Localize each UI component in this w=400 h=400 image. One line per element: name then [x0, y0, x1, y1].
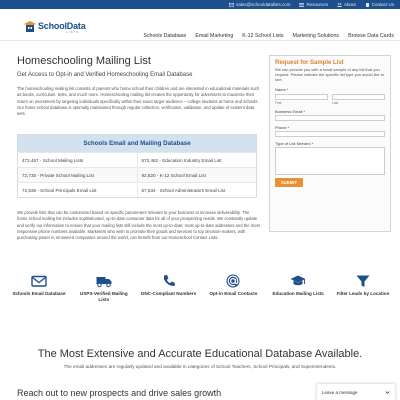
feature-item[interactable]: Opt-in Email Contacts: [204, 273, 262, 303]
feature-label: USPS-Verified Mailing Lists: [79, 291, 128, 302]
name-label: Name *: [275, 86, 289, 92]
table-cell: 672,462 - Education Industry Email List: [136, 153, 257, 167]
nav-schools-database[interactable]: Schools Database: [143, 33, 186, 39]
last-name-input[interactable]: [332, 93, 385, 100]
logo-subtext: LISTS: [66, 30, 80, 34]
feature-item[interactable]: Education Mailing Lists: [269, 273, 327, 303]
name-row: First Last: [275, 93, 385, 105]
last-name-sublabel: Last: [332, 100, 339, 105]
first-name-input[interactable]: [275, 93, 328, 100]
phone-input[interactable]: [275, 130, 385, 137]
table-row: 72,836 - School Principals Email List 67…: [18, 182, 256, 197]
phone-icon: [163, 275, 175, 287]
about-link[interactable]: About: [336, 2, 356, 7]
logo[interactable]: SchoolData LISTS: [24, 21, 86, 34]
list-type-textarea[interactable]: [275, 146, 385, 175]
list-type-label: Type of List Needed *: [275, 140, 314, 146]
feature-label: Filter Leads by Location: [336, 291, 390, 296]
feature-label: Education Mailing Lists: [272, 291, 324, 296]
table-cell: 72,735 - Private School Mailing List: [22, 172, 95, 178]
site-header: SchoolData LISTS Schools Database Email …: [0, 9, 400, 41]
page-subtitle: Get Access to Opt-in and Verified Homesc…: [17, 72, 193, 78]
nav-marketing-solutions[interactable]: Marketing Solutions: [293, 33, 340, 39]
table-cell: 67,534 - School Administrators Email Lis…: [136, 183, 257, 197]
reach-heading: Reach out to new prospects and drive sal…: [17, 388, 222, 398]
nav-email-marketing[interactable]: Email Marketing: [195, 33, 233, 39]
top-bar: sales@schooldatalists.com Resources Abou…: [0, 0, 400, 9]
form-title: Request for Sample List: [275, 60, 344, 66]
intro-paragraph: The homeschooling mailing list consists …: [17, 86, 260, 117]
list-icon: [299, 2, 305, 7]
chat-widget[interactable]: Leave a message: [317, 384, 395, 400]
feature-label: Opt-in Email Contacts: [209, 291, 258, 296]
phone-label: Phone *: [275, 124, 290, 130]
email-label: Business Email *: [275, 108, 306, 114]
logo-icon: [24, 21, 36, 32]
sample-request-form: Request for Sample List We can provide y…: [269, 55, 391, 232]
chevron-down-icon[interactable]: [385, 390, 390, 395]
people-icon: [336, 2, 342, 7]
nav-k12-school-lists[interactable]: K-12 School Lists: [242, 33, 283, 39]
feature-label: DNC-Compliant Numbers: [141, 291, 197, 296]
resources-text: Resources: [306, 2, 328, 7]
table-cell: 72,836 - School Principals Email List: [22, 187, 97, 193]
filter-icon: [356, 275, 370, 287]
resources-link[interactable]: Resources: [299, 2, 328, 7]
phone-small-icon: [365, 2, 370, 7]
table-cell: 92,620 - K-12 School Email List: [136, 168, 257, 182]
features-row: Schools Email Database USPS-Verified Mai…: [10, 273, 392, 303]
about-text: About: [343, 2, 356, 7]
section-subtitle: The email addresses are regularly update…: [63, 364, 337, 369]
email-text: sales@schooldatalists.com: [236, 2, 291, 7]
truck-icon: [96, 277, 112, 288]
feature-item[interactable]: Schools Email Database: [10, 273, 68, 303]
first-name-sublabel: First: [275, 100, 282, 105]
business-email-input[interactable]: [275, 114, 385, 121]
main-nav: Schools Database Email Marketing K-12 Sc…: [143, 33, 394, 39]
envelope-icon: [31, 275, 47, 287]
stats-table: Schools Email and Mailing Database 472,4…: [17, 134, 257, 198]
body-paragraph: We provide lists that can be customized …: [17, 210, 260, 241]
section-title: The Most Extensive and Accurate Educatio…: [37, 348, 363, 360]
table-heading: Schools Email and Mailing Database: [18, 135, 256, 152]
at-icon: [226, 274, 240, 288]
contact-text: Contact Us: [371, 2, 394, 7]
graduation-cap-icon: [290, 275, 306, 286]
feature-item[interactable]: DNC-Compliant Numbers: [140, 273, 198, 303]
envelope-icon: [229, 2, 235, 7]
chat-label: Leave a message: [322, 389, 358, 395]
email-link[interactable]: sales@schooldatalists.com: [229, 2, 290, 7]
feature-item[interactable]: USPS-Verified Mailing Lists: [75, 273, 133, 303]
contact-link[interactable]: Contact Us: [365, 2, 394, 7]
form-description: We can provide you with a small sample o…: [275, 67, 385, 83]
table-row: 72,735 - Private School Mailing List 92,…: [18, 167, 256, 182]
nav-browse-data-cards[interactable]: Browse Data Cards: [348, 33, 394, 39]
table-cell: 472,467 - School Mailing Lists: [22, 157, 84, 163]
page-title: Homeschooling Mailing List: [17, 55, 151, 67]
table-row: 472,467 - School Mailing Lists 672,462 -…: [18, 152, 256, 167]
submit-button[interactable]: SUBMIT: [275, 177, 303, 187]
feature-label: Schools Email Database: [12, 291, 66, 296]
feature-item[interactable]: Filter Leads by Location: [334, 273, 392, 303]
